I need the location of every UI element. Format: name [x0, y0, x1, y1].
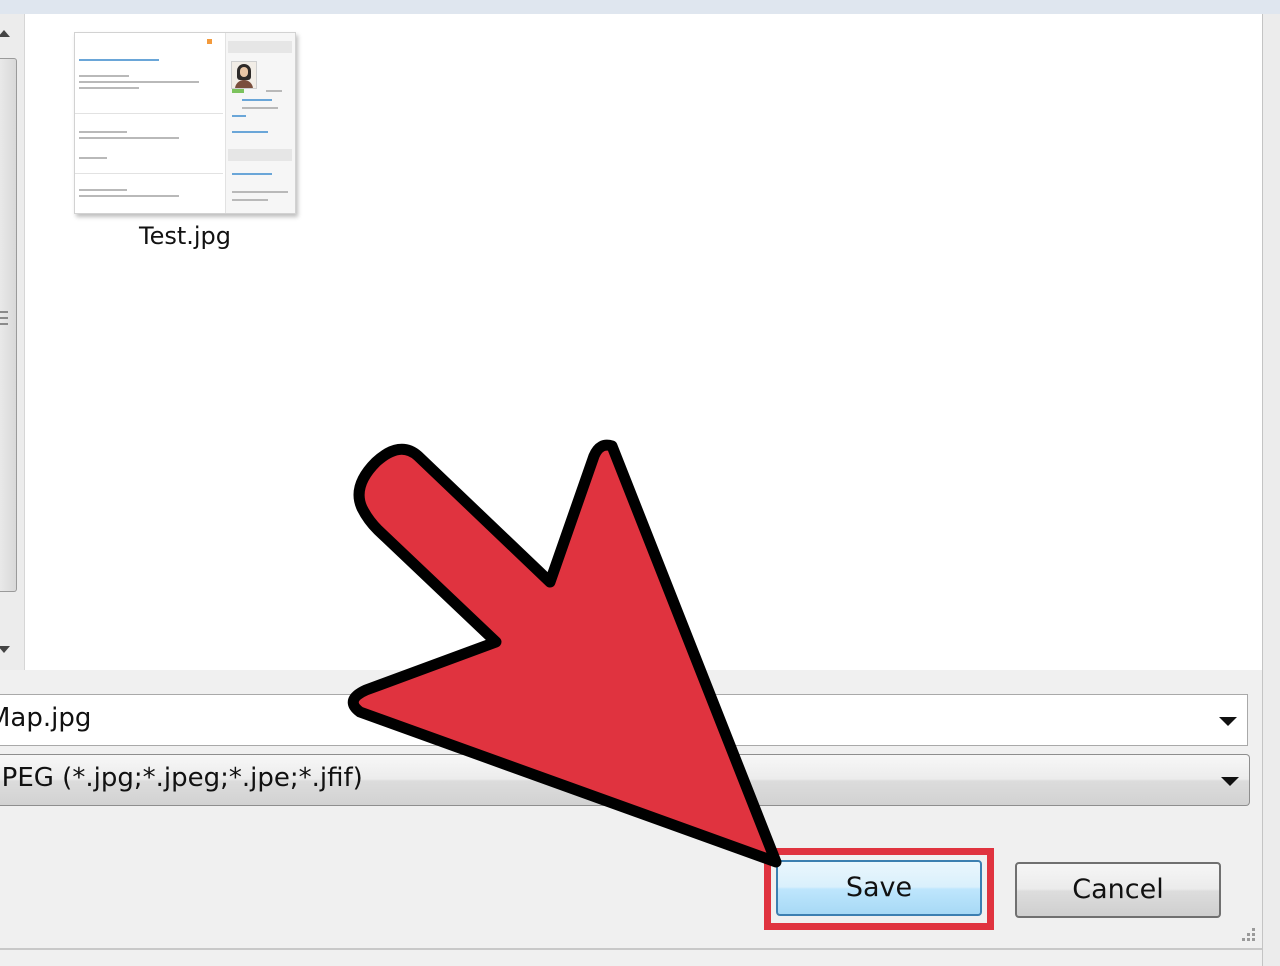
feed-icon: [207, 39, 212, 44]
chevron-down-icon[interactable]: [1219, 717, 1237, 726]
preview-bar: [232, 89, 244, 93]
preview-line: [79, 195, 179, 197]
preview-line: [266, 90, 282, 92]
save-button[interactable]: Save: [776, 860, 982, 916]
grip-line: [0, 323, 8, 325]
preview-line: [79, 81, 199, 83]
thumbnail-preview-main: [75, 33, 223, 213]
scroll-up-arrow-icon[interactable]: [0, 30, 10, 37]
window-right-edge: [1262, 14, 1280, 966]
avatar-icon: [231, 61, 257, 89]
preview-separator: [75, 173, 223, 174]
preview-line: [79, 157, 107, 159]
window-top-strip: [0, 0, 1280, 15]
scroll-down-arrow-icon[interactable]: [0, 646, 10, 653]
preview-line: [79, 75, 129, 77]
preview-line: [232, 199, 268, 201]
preview-header: [228, 149, 292, 161]
file-name-field[interactable]: Map.jpg: [0, 703, 91, 733]
preview-line: [79, 137, 179, 139]
preview-line: [242, 99, 272, 101]
vertical-scrollbar[interactable]: [0, 14, 25, 670]
file-type-select[interactable]: JPEG (*.jpg;*.jpeg;*.jpe;*.jfif): [0, 754, 1250, 806]
preview-line: [79, 87, 139, 89]
preview-line: [232, 173, 272, 175]
thumbnail-preview-sidebar: [225, 33, 295, 213]
dialog-bottom-edge: [0, 948, 1262, 950]
preview-line: [232, 115, 246, 117]
scrollbar-thumb[interactable]: [0, 58, 17, 592]
grip-line: [0, 317, 8, 319]
cancel-button[interactable]: Cancel: [1015, 862, 1221, 918]
file-name-label[interactable]: Test.jpg: [74, 222, 296, 250]
chevron-down-icon[interactable]: [1221, 777, 1239, 786]
preview-line: [79, 59, 159, 61]
preview-line: [79, 131, 127, 133]
preview-line: [232, 131, 268, 133]
preview-line: [242, 107, 278, 109]
preview-line: [79, 189, 127, 191]
preview-line: [232, 191, 288, 193]
file-type-value: JPEG (*.jpg;*.jpeg;*.jpe;*.jfif): [0, 763, 363, 793]
grip-line: [0, 311, 8, 313]
file-name-combobox[interactable]: Map.jpg: [0, 694, 1248, 746]
preview-header: [228, 41, 292, 53]
preview-separator: [75, 113, 223, 114]
resize-grip-icon[interactable]: [1238, 926, 1258, 946]
file-thumbnail-test[interactable]: [74, 32, 296, 214]
